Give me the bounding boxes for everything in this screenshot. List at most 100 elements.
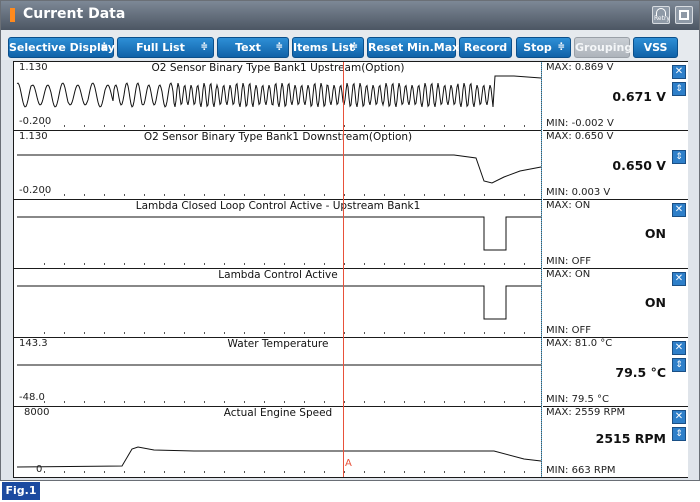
move-parameter-button[interactable]: ⇕: [672, 358, 686, 372]
stop-button[interactable]: Stop ≑: [516, 37, 571, 58]
grid-tick: [424, 125, 425, 127]
grid-tick: [464, 125, 465, 127]
grid-tick: [464, 194, 465, 196]
grid-tick: [64, 194, 65, 196]
grid-tick: [204, 263, 205, 265]
grid-tick: [404, 332, 405, 334]
current-value: ON: [644, 226, 666, 241]
toolbar: Selective Display ≑ Full List ≑ Text ≑ I…: [1, 30, 699, 60]
graph-row-water-temperature: 143.3 -48.0 Water Temperature: [14, 338, 542, 407]
cursor-b-line[interactable]: [541, 62, 542, 477]
grid-tick: [444, 401, 445, 403]
grid-tick: [184, 401, 185, 403]
grid-tick: [484, 332, 485, 334]
vss-label: VSS: [643, 41, 668, 54]
close-parameter-button[interactable]: ✕: [672, 341, 686, 355]
grid-tick: [84, 194, 85, 196]
max-value: MAX: 81.0 °C: [546, 338, 613, 349]
current-data-window: Current Data Retry Selective Display ≑ F…: [0, 0, 700, 481]
grid-tick: [244, 194, 245, 196]
record-button[interactable]: Record: [459, 37, 512, 58]
grid-tick: [404, 194, 405, 196]
grid-tick: [344, 332, 345, 334]
selective-display-label: Selective Display: [9, 41, 115, 54]
vss-button[interactable]: VSS: [633, 37, 678, 58]
move-parameter-button[interactable]: ⇕: [672, 82, 686, 96]
grid-tick: [244, 263, 245, 265]
min-value: MIN: OFF: [546, 256, 591, 267]
move-parameter-button[interactable]: ⇕: [672, 427, 686, 441]
grid-tick: [64, 263, 65, 265]
title-marker-icon: [10, 8, 15, 22]
grid-tick: [524, 332, 525, 334]
close-parameter-button[interactable]: ✕: [672, 203, 686, 217]
grouping-button[interactable]: Grouping: [574, 37, 633, 58]
grid-tick: [424, 401, 425, 403]
grid-tick: [264, 401, 265, 403]
grid-tick: [224, 471, 225, 473]
value-cell-lambda-control: MAX: ON ON MIN: OFF ✕: [543, 269, 688, 338]
grid-tick: [104, 125, 105, 127]
grouping-label: Grouping: [575, 41, 633, 54]
grid-tick: [304, 401, 305, 403]
close-parameter-button[interactable]: ✕: [672, 272, 686, 286]
grid-tick: [464, 263, 465, 265]
value-cell-lambda-closed-loop: MAX: ON ON MIN: OFF ✕: [543, 200, 688, 269]
close-parameter-button[interactable]: ✕: [672, 410, 686, 424]
cursor-a-line[interactable]: [343, 62, 344, 477]
grid-tick: [164, 125, 165, 127]
title-bar: Current Data Retry: [1, 1, 699, 30]
scale-min-label: -0.200: [19, 185, 52, 196]
grid-tick: [384, 332, 385, 334]
grid-tick: [364, 125, 365, 127]
retry-button[interactable]: Retry: [652, 6, 670, 24]
grid-tick: [484, 194, 485, 196]
grid-tick: [104, 263, 105, 265]
grid-tick: [184, 125, 185, 127]
close-parameter-button[interactable]: ✕: [672, 65, 686, 79]
grid-tick: [164, 471, 165, 473]
restore-window-button[interactable]: [675, 6, 693, 24]
restore-icon: [679, 10, 689, 20]
grid-tick: [84, 263, 85, 265]
grid-tick: [404, 125, 405, 127]
grid-tick: [444, 332, 445, 334]
grid-tick: [404, 263, 405, 265]
stop-label: Stop: [523, 41, 552, 54]
spinner-icon: ≑: [557, 42, 565, 52]
grid-tick: [64, 471, 65, 473]
grid-tick: [284, 263, 285, 265]
grid-tick: [404, 401, 405, 403]
grid-tick: [204, 332, 205, 334]
parameter-title: Lambda Closed Loop Control Active - Upst…: [135, 200, 421, 212]
graph-row-engine-speed: 8000 0 Actual Engine Speed: [14, 407, 542, 477]
grid-tick: [464, 471, 465, 473]
max-value: MAX: 2559 RPM: [546, 407, 626, 418]
grid-tick: [264, 125, 265, 127]
grid-tick: [304, 471, 305, 473]
graph-row-o2-downstream: 1.130 -0.200 O2 Sensor Binary Type Bank1…: [14, 131, 542, 200]
grid-tick: [304, 194, 305, 196]
grid-tick: [444, 125, 445, 127]
cursor-a-label: A: [345, 458, 352, 469]
grid-tick: [304, 125, 305, 127]
move-parameter-button[interactable]: ⇕: [672, 150, 686, 164]
parameter-title: O2 Sensor Binary Type Bank1 Downstream(O…: [143, 131, 413, 143]
grid-tick: [184, 332, 185, 334]
grid-tick: [424, 332, 425, 334]
grid-tick: [324, 471, 325, 473]
text-button[interactable]: Text ≑: [217, 37, 289, 58]
full-list-button[interactable]: Full List ≑: [117, 37, 214, 58]
grid-tick: [444, 194, 445, 196]
grid-tick: [504, 263, 505, 265]
items-list-button[interactable]: Items List ≑: [292, 37, 364, 58]
current-value: 0.671 V: [612, 89, 666, 104]
grid-tick: [504, 471, 505, 473]
selective-display-button[interactable]: Selective Display ≑: [8, 37, 115, 58]
grid-tick: [484, 263, 485, 265]
max-value: MAX: ON: [546, 200, 591, 211]
min-value: MIN: 0.003 V: [546, 187, 611, 198]
reset-min-max-button[interactable]: Reset Min.Max: [367, 37, 459, 58]
grid-tick: [104, 401, 105, 403]
grid-tick: [164, 401, 165, 403]
